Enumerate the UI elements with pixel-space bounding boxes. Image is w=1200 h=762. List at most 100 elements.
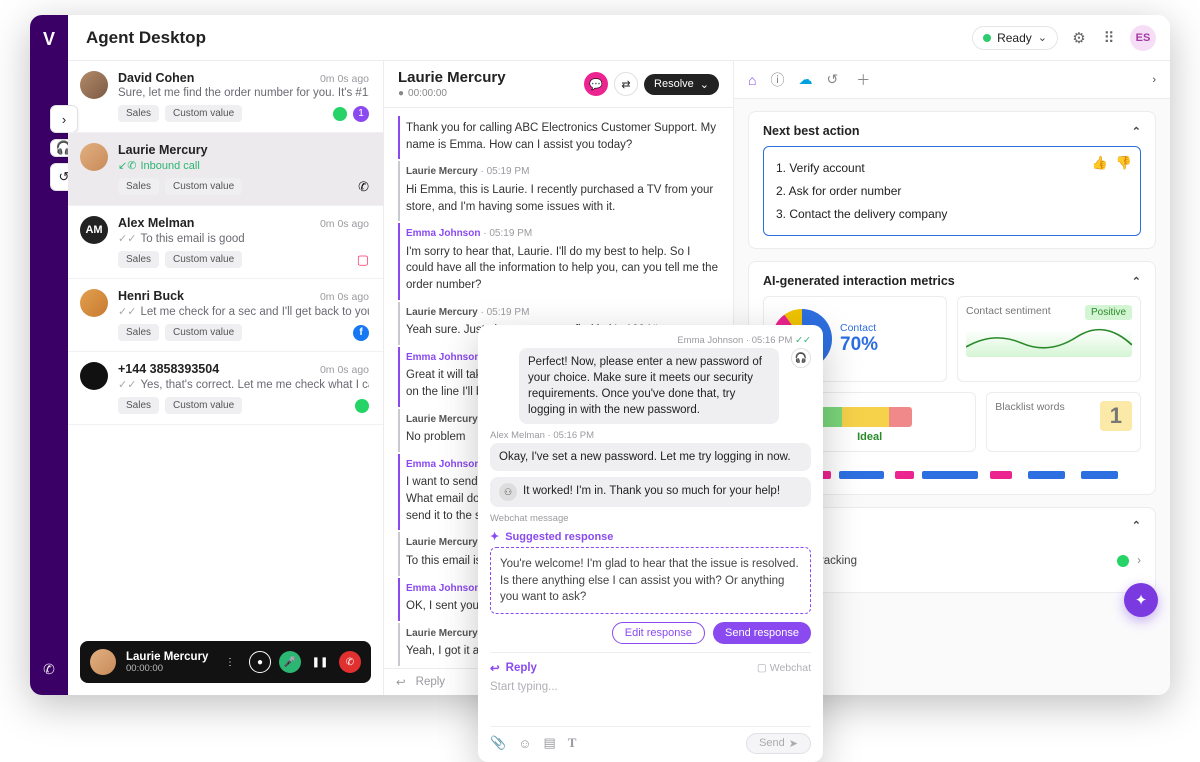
- transcript-line: Laurie Mercury · 05:19 PMHi Emma, this i…: [398, 161, 719, 221]
- home-tab-icon[interactable]: ⌂: [748, 72, 756, 88]
- mute-button[interactable]: 🎤: [279, 651, 301, 673]
- apps-grid-icon[interactable]: ⠿: [1100, 29, 1118, 47]
- thumbs-up-icon[interactable]: 👍: [1092, 155, 1108, 171]
- whatsapp-icon: [333, 107, 347, 121]
- conversation-item[interactable]: David Cohen 0m 0s ago Sure, let me find t…: [68, 61, 383, 133]
- customer-message: ⚇ It worked! I'm in. Thank you so much f…: [490, 477, 811, 507]
- avatar: [80, 71, 108, 99]
- tag: Custom value: [165, 251, 242, 268]
- user-avatar[interactable]: ES: [1130, 25, 1156, 51]
- conversation-time: 0m 0s ago: [320, 364, 369, 376]
- chevron-right-icon: ›: [1137, 555, 1141, 567]
- customer-message: Okay, I've set a new password. Let me tr…: [490, 443, 811, 471]
- conversation-item[interactable]: +144 38583935040m 0s ago ✓✓Yes, that's c…: [68, 352, 383, 425]
- reply-arrow-icon: ↩: [396, 675, 406, 689]
- suggested-response-text: You're welcome! I'm glad to hear that th…: [490, 547, 811, 613]
- phone-in-icon: ↙✆: [118, 159, 136, 172]
- more-icon[interactable]: ⋮: [219, 651, 241, 673]
- resolve-button[interactable]: Resolve⌄: [644, 74, 719, 95]
- next-best-action-card: Next best action⌃ 👍 👎 1. Verify account …: [748, 111, 1156, 249]
- sentiment-metric: Contact sentiment Positive: [957, 296, 1141, 382]
- conversation-snippet: ✓✓Yes, that's correct. Let me me check w…: [118, 378, 369, 391]
- chevron-up-icon[interactable]: ⌃: [1132, 519, 1141, 532]
- compose-panel: Emma Johnson · 05:16 PM ✓✓ Perfect! Now,…: [478, 325, 823, 762]
- transfer-icon[interactable]: ⇄: [614, 72, 638, 96]
- conversation-item[interactable]: Henri Buck0m 0s ago ✓✓Let me check for a…: [68, 279, 383, 352]
- chat-action-icon[interactable]: 💬: [584, 72, 608, 96]
- inbound-call-label: ↙✆Inbound call: [118, 159, 369, 172]
- send-arrow-icon: ➤: [789, 737, 798, 750]
- format-icon[interactable]: T: [568, 735, 577, 751]
- phone-icon: ✆: [358, 179, 369, 195]
- avatar: [80, 143, 108, 171]
- avatar-icon: ⚇: [499, 483, 517, 501]
- record-button[interactable]: ●: [249, 651, 271, 673]
- ai-assistant-button[interactable]: ✦: [1124, 583, 1158, 617]
- header: Agent Desktop Ready ⌄ ⚙ ⠿ ES: [68, 15, 1170, 61]
- conversation-name: Alex Melman: [118, 216, 194, 230]
- gear-icon[interactable]: ⚙: [1070, 29, 1088, 47]
- card-title: AI-generated interaction metrics: [763, 274, 955, 288]
- status-label: Ready: [997, 31, 1032, 45]
- tag: Custom value: [165, 397, 242, 414]
- metric-label: Blacklist words: [995, 401, 1064, 413]
- reply-arrow-icon: ↩: [490, 661, 500, 675]
- history-tab-icon[interactable]: ↺: [826, 71, 838, 88]
- tag: Sales: [118, 251, 159, 268]
- conversation-snippet: ✓✓Let me check for a sec and I'll get ba…: [118, 305, 369, 318]
- tag: Custom value: [165, 324, 242, 341]
- sentiment-badge: Positive: [1085, 305, 1132, 320]
- transcript-line: Emma Johnson · 05:19 PMI'm sorry to hear…: [398, 223, 719, 300]
- conversation-time: 0m 0s ago: [320, 291, 369, 303]
- conversation-time: 0m 0s ago: [320, 218, 369, 230]
- phone-rail-icon[interactable]: ✆: [37, 657, 61, 681]
- tag: Custom value: [165, 105, 242, 122]
- blacklist-count: 1: [1100, 401, 1132, 431]
- conversation-name: David Cohen: [118, 71, 194, 85]
- send-response-button[interactable]: Send response: [713, 622, 811, 644]
- chevron-up-icon[interactable]: ⌃: [1132, 125, 1141, 138]
- chevron-down-icon: ⌄: [700, 78, 709, 91]
- attachment-icon[interactable]: 📎: [490, 735, 506, 751]
- delivered-icon: ✓✓: [795, 335, 811, 346]
- conversation-time: 0m 0s ago: [320, 73, 369, 85]
- chat-icon: ▢: [357, 252, 369, 268]
- conversation-item[interactable]: AM Alex Melman0m 0s ago ✓✓To this email …: [68, 206, 383, 279]
- metric-value: 70%: [840, 334, 878, 356]
- salesforce-tab-icon[interactable]: ☁: [798, 71, 812, 88]
- active-call-bar: Laurie Mercury 00:00:00 ⋮ ● 🎤 ❚❚ ✆: [80, 641, 371, 683]
- chat-icon: ▢: [757, 662, 767, 674]
- chevron-up-icon[interactable]: ⌃: [1132, 275, 1141, 288]
- hold-button[interactable]: ❚❚: [309, 651, 331, 673]
- status-dot-icon: [983, 34, 991, 42]
- reply-input[interactable]: [490, 675, 811, 723]
- facebook-icon: f: [353, 325, 369, 341]
- conversation-list: David Cohen 0m 0s ago Sure, let me find t…: [68, 61, 384, 695]
- logo-icon: V: [43, 29, 55, 50]
- unread-badge: 1: [353, 106, 369, 122]
- emoji-icon[interactable]: ☺: [518, 736, 531, 751]
- conversation-timer: ●00:00:00: [398, 88, 506, 99]
- hangup-button[interactable]: ✆: [339, 651, 361, 673]
- avatar: AM: [80, 216, 108, 244]
- record-dot-icon: ●: [398, 88, 404, 99]
- check-icon: ✓✓: [118, 232, 136, 245]
- template-icon[interactable]: ▤: [543, 735, 555, 751]
- channel-pill[interactable]: ▢Webchat: [757, 662, 811, 674]
- edit-response-button[interactable]: Edit response: [612, 622, 705, 644]
- check-icon: ✓✓: [118, 378, 136, 391]
- metric-label: Contact sentiment: [966, 305, 1051, 317]
- conversation-snippet: Sure, let me find the order number for y…: [118, 87, 369, 99]
- info-tab-icon[interactable]: ⓘ: [770, 70, 784, 90]
- caller-name: Laurie Mercury: [126, 651, 208, 663]
- whatsapp-icon: [1117, 555, 1129, 567]
- conversation-item[interactable]: Laurie Mercury ↙✆Inbound call Sales Cust…: [68, 133, 383, 206]
- caller-avatar: [90, 649, 116, 675]
- thumbs-down-icon[interactable]: 👎: [1116, 155, 1132, 171]
- chevron-right-icon[interactable]: ›: [1152, 74, 1156, 86]
- status-selector[interactable]: Ready ⌄: [972, 26, 1058, 50]
- reply-placeholder: Reply: [416, 676, 445, 688]
- add-tab-icon[interactable]: ＋: [856, 70, 870, 90]
- tag: Sales: [118, 105, 159, 122]
- nba-item: 1. Verify account: [776, 157, 1128, 180]
